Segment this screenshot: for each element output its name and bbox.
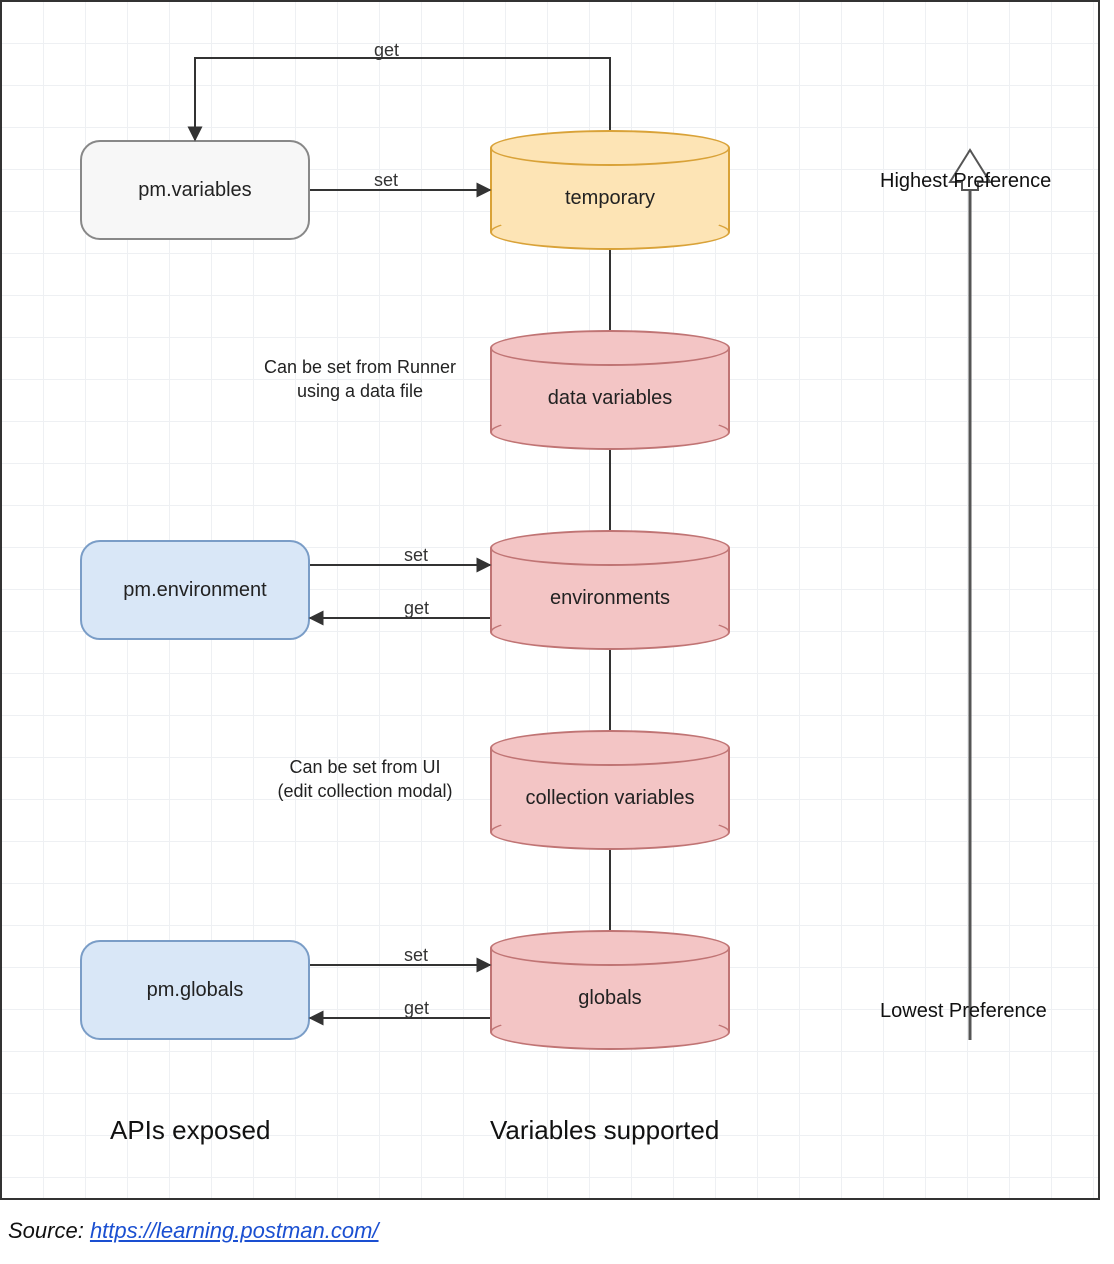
cylinder-globals-label: globals <box>490 968 730 1028</box>
edge-label-get-variables: get <box>370 40 403 61</box>
box-pm-environment: pm.environment <box>80 540 310 640</box>
column-label-apis: APIs exposed <box>110 1115 270 1146</box>
cylinder-environments-label: environments <box>490 568 730 628</box>
box-pm-globals-label: pm.globals <box>147 979 244 1002</box>
source-link[interactable]: https://learning.postman.com/ <box>90 1218 379 1243</box>
source-prefix: Source: <box>8 1218 90 1243</box>
box-pm-variables: pm.variables <box>80 140 310 240</box>
edge-label-set-variables: set <box>370 170 402 191</box>
edge-label-get-globals: get <box>400 998 433 1019</box>
cylinder-globals: globals <box>490 930 730 1050</box>
box-pm-globals: pm.globals <box>80 940 310 1040</box>
note-data-variables: Can be set from Runner using a data file <box>230 355 490 404</box>
cylinder-temporary-label: temporary <box>490 168 730 228</box>
preference-label-low: Lowest Preference <box>880 1000 1047 1023</box>
box-pm-variables-label: pm.variables <box>138 179 251 202</box>
box-pm-environment-label: pm.environment <box>123 579 266 602</box>
cylinder-data-variables-label: data variables <box>490 368 730 428</box>
source-citation: Source: https://learning.postman.com/ <box>8 1218 379 1244</box>
cylinder-collection-variables: collection variables <box>490 730 730 850</box>
cylinder-data-variables: data variables <box>490 330 730 450</box>
edge-label-get-environment: get <box>400 598 433 619</box>
cylinder-collection-variables-label: collection variables <box>490 768 730 828</box>
edge-label-set-globals: set <box>400 945 432 966</box>
cylinder-environments: environments <box>490 530 730 650</box>
note-collection-variables: Can be set from UI (edit collection moda… <box>240 755 490 804</box>
edge-label-set-environment: set <box>400 545 432 566</box>
cylinder-temporary: temporary <box>490 130 730 250</box>
column-label-variables: Variables supported <box>490 1115 719 1146</box>
diagram-canvas: temporary data variables environments co… <box>0 0 1114 1264</box>
preference-label-high: Highest Preference <box>880 170 1051 193</box>
